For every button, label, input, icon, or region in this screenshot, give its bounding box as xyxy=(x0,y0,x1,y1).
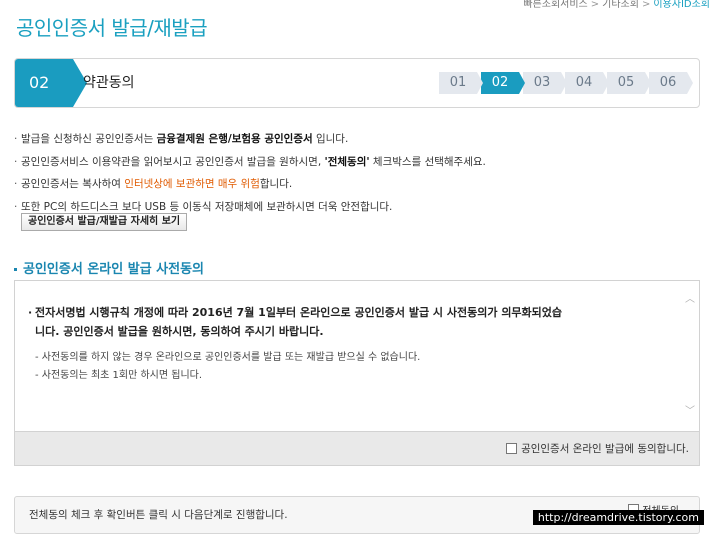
step-item-03: 03 xyxy=(523,72,567,94)
bottom-instruction-text: 전체동의 체크 후 확인버튼 클릭 시 다음단계로 진행합니다. xyxy=(29,509,288,521)
checkbox-icon[interactable] xyxy=(506,443,518,454)
page-title: 공인인증서 발급/재발급 xyxy=(16,16,208,40)
breadcrumb-item-user-id-lookup[interactable]: 이용자ID조회 xyxy=(653,0,710,10)
step-item-01: 01 xyxy=(439,72,483,94)
cert-type-text: 금융결제원 은행/보험용 공인인증서 xyxy=(156,133,313,145)
section-bullet-icon xyxy=(14,268,17,271)
notice-item: · 공인인증서는 복사하여 인터넷상에 보관하면 매우 위험합니다. xyxy=(14,178,293,190)
step-item-04: 04 xyxy=(565,72,609,94)
consent-textbox[interactable]: · 전자서명법 시행규칙 개정에 따라 2016년 7월 1일부터 온라인으로 … xyxy=(14,280,700,432)
consent-agree-checkbox[interactable]: 공인인증서 온라인 발급에 동의합니다. xyxy=(506,441,689,456)
step-list: 01 02 03 04 05 06 xyxy=(439,72,693,94)
consent-sub-text: - 사전동의를 하지 않는 경우 온라인으로 공인인증서를 발급 또는 재발급 … xyxy=(35,352,421,381)
step-item-05: 05 xyxy=(607,72,651,94)
consent-agree-bar: 공인인증서 온라인 발급에 동의합니다. xyxy=(14,432,700,466)
warning-text: 인터넷상에 보관하면 매우 위험 xyxy=(124,178,260,190)
breadcrumb-separator: > xyxy=(641,0,651,10)
step-item-02: 02 xyxy=(481,72,525,94)
step-item-06: 06 xyxy=(649,72,693,94)
all-agree-emphasis: '전체동의' xyxy=(324,155,370,168)
breadcrumb-separator: > xyxy=(590,0,600,10)
scroll-up-icon[interactable]: ︿ xyxy=(685,295,695,305)
notice-item: · 공인인증서비스 이용약관을 읽어보시고 공인인증서 발급을 원하시면, '전체… xyxy=(14,155,486,168)
breadcrumb-item-quick-service[interactable]: 빠른조회서비스 xyxy=(523,0,587,10)
consent-section-title: 공인인증서 온라인 발급 사전동의 xyxy=(14,258,204,277)
breadcrumb-item-other-lookup[interactable]: 기타조회 xyxy=(602,0,639,10)
step-indicator: 02 약관동의 01 02 03 04 05 06 xyxy=(14,58,700,108)
notice-item: · 발급을 신청하신 공인인증서는 금융결제원 은행/보험용 공인인증서 입니다. xyxy=(14,133,349,145)
current-step-label: 약관동의 xyxy=(83,75,135,91)
current-step-number: 02 xyxy=(15,59,73,107)
consent-lead-text: · 전자서명법 시행규칙 개정에 따라 2016년 7월 1일부터 온라인으로 … xyxy=(28,306,563,338)
scroll-down-icon[interactable]: ﹀ xyxy=(685,407,695,417)
watermark: http://dreamdrive.tistory.com xyxy=(532,510,704,525)
cert-detail-button[interactable]: 공인인증서 발급/재발급 자세히 보기 xyxy=(21,213,188,231)
breadcrumb: 빠른조회서비스 > 기타조회 > 이용자ID조회 xyxy=(523,0,710,10)
notice-list: · 발급을 신청하신 공인인증서는 금융결제원 은행/보험용 공인인증서 입니다.… xyxy=(14,128,704,218)
